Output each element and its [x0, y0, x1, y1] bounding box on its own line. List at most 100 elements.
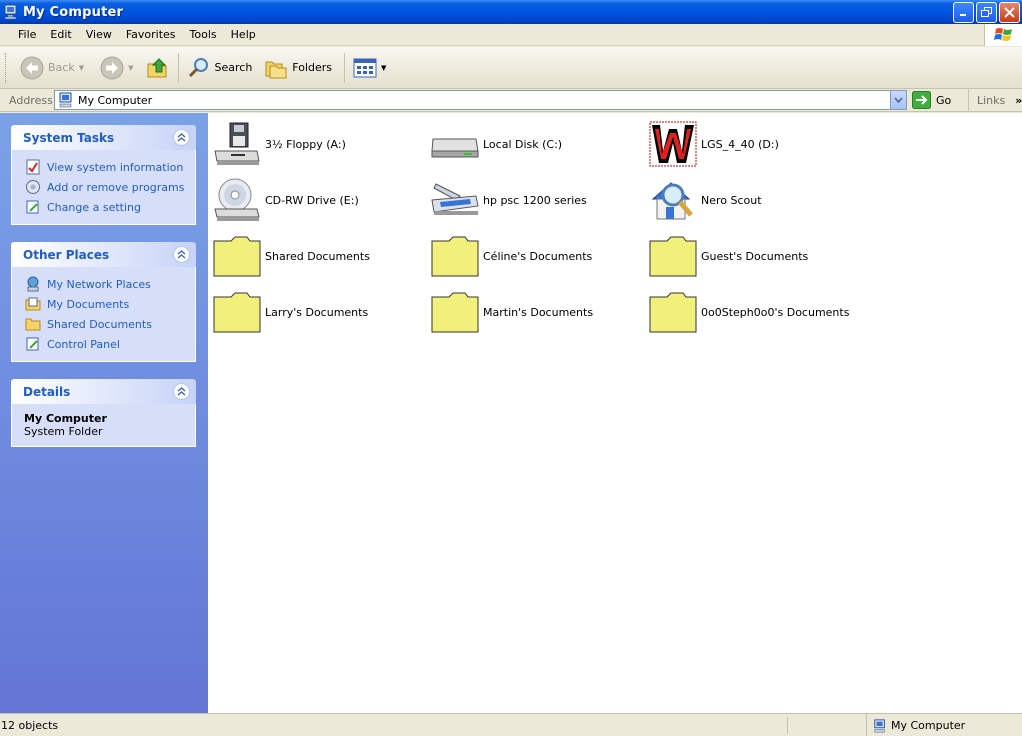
go-button[interactable]: Go [912, 91, 951, 109]
task-link-label: Shared Documents [47, 317, 152, 331]
up-button[interactable] [142, 52, 174, 84]
program-item[interactable]: Nero Scout [648, 175, 858, 225]
menu-view[interactable]: View [79, 28, 119, 41]
search-label: Search [214, 61, 253, 74]
folder-item[interactable]: 0o0Steph0o0's Documents [648, 287, 858, 337]
device-item[interactable]: hp psc 1200 series [430, 175, 640, 225]
windows-logo-icon [984, 24, 1022, 46]
links-toolbar[interactable]: Links » [968, 89, 1022, 111]
chevron-right-icon[interactable]: » [1015, 94, 1022, 107]
back-dropdown-icon[interactable]: ▼ [79, 64, 84, 72]
item-label: Céline's Documents [483, 249, 593, 263]
task-link-label: Control Panel [47, 337, 120, 351]
forward-dropdown-icon[interactable]: ▼ [128, 64, 133, 72]
nero-scout-icon [648, 175, 698, 225]
details-header[interactable]: Details [11, 379, 196, 404]
control-panel-icon [26, 200, 39, 214]
close-button[interactable] [999, 2, 1020, 23]
address-input[interactable]: My Computer [54, 90, 907, 110]
item-label: Guest's Documents [701, 249, 809, 263]
address-dropdown-button[interactable] [890, 91, 906, 109]
back-button[interactable]: Back ▼ [16, 52, 88, 84]
folder-icon [212, 231, 262, 281]
go-label: Go [936, 93, 952, 107]
shared-documents-link[interactable]: Shared Documents [25, 314, 187, 334]
title-bar[interactable]: My Computer [0, 0, 1022, 24]
menu-help[interactable]: Help [224, 28, 263, 41]
forward-button[interactable]: ▼ [96, 52, 137, 84]
chevron-up-icon [177, 133, 186, 142]
add-remove-programs-link[interactable]: Add or remove programs [25, 177, 187, 197]
control-panel-link[interactable]: Control Panel [25, 334, 187, 354]
views-button[interactable]: ▼ [349, 52, 390, 84]
collapse-details-button[interactable] [173, 383, 190, 400]
toolbar-separator [344, 52, 346, 83]
drive-item[interactable]: Local Disk (C:) [430, 119, 640, 169]
folder-icon [648, 287, 698, 337]
folders-label: Folders [292, 61, 333, 74]
task-link-label: Add or remove programs [47, 180, 185, 194]
folder-item[interactable]: Shared Documents [212, 231, 422, 281]
views-dropdown-icon[interactable]: ▼ [381, 64, 386, 72]
item-label: Martin's Documents [483, 305, 594, 319]
drive-item[interactable]: CD-RW Drive (E:) [212, 175, 422, 225]
minimize-button[interactable] [953, 2, 974, 23]
chevron-down-icon [894, 97, 903, 103]
other-places-header[interactable]: Other Places [11, 242, 196, 267]
go-arrow-icon [912, 91, 931, 109]
maximize-button[interactable] [976, 2, 997, 23]
details-type: System Folder [24, 425, 103, 438]
my-computer-icon [874, 718, 885, 732]
menu-tools[interactable]: Tools [183, 28, 224, 41]
back-arrow-icon [20, 56, 44, 79]
my-documents-link[interactable]: My Documents [25, 294, 187, 314]
item-label: Shared Documents [265, 249, 370, 263]
item-label: Local Disk (C:) [483, 137, 563, 151]
view-system-info-link[interactable]: View system information [25, 157, 187, 177]
toolbar-grip[interactable] [5, 52, 8, 83]
folders-icon [265, 61, 287, 78]
my-documents-icon [25, 297, 41, 311]
item-label: LGS_4_40 (D:) [701, 137, 779, 151]
menu-edit[interactable]: Edit [43, 28, 78, 41]
change-setting-link[interactable]: Change a setting [25, 197, 187, 217]
task-link-label: Change a setting [47, 200, 141, 214]
folder-item[interactable]: Larry's Documents [212, 287, 422, 337]
status-location-label: My Computer [891, 719, 966, 732]
folder-item[interactable]: Martin's Documents [430, 287, 640, 337]
add-remove-programs-icon [26, 180, 40, 194]
folders-button[interactable]: Folders [260, 52, 336, 84]
my-computer-icon [59, 92, 72, 108]
floppy-drive-icon [212, 119, 262, 169]
system-tasks-header[interactable]: System Tasks [11, 125, 196, 150]
menu-bar: File Edit View Favorites Tools Help [0, 24, 1022, 46]
minimize-icon [960, 14, 966, 16]
search-button[interactable]: Search [183, 52, 257, 84]
menu-file[interactable]: File [11, 28, 43, 41]
details-title: Details [23, 384, 71, 399]
file-view[interactable]: 3½ Floppy (A:) Local Disk (C:) LGS_4_40 … [208, 113, 1022, 713]
search-icon [188, 57, 208, 77]
my-network-places-link[interactable]: My Network Places [25, 274, 187, 294]
drive-item[interactable]: LGS_4_40 (D:) [648, 119, 858, 169]
address-value: My Computer [78, 93, 153, 107]
window-title: My Computer [23, 4, 124, 20]
status-location: My Computer [866, 714, 1022, 736]
task-link-label: View system information [47, 160, 184, 174]
system-info-icon [26, 159, 40, 175]
menu-favorites[interactable]: Favorites [119, 28, 183, 41]
address-label: Address [9, 93, 53, 107]
folder-icon [212, 287, 262, 337]
folder-icon [648, 231, 698, 281]
folder-item[interactable]: Guest's Documents [648, 231, 858, 281]
folder-item[interactable]: Céline's Documents [430, 231, 640, 281]
chevron-up-icon [177, 387, 186, 396]
drive-item[interactable]: 3½ Floppy (A:) [212, 119, 422, 169]
up-folder-icon [147, 57, 166, 77]
collapse-system-tasks-button[interactable] [173, 129, 190, 146]
back-label: Back [48, 61, 75, 74]
item-label: 0o0Steph0o0's Documents [701, 305, 850, 319]
folder-icon [25, 318, 41, 331]
collapse-other-places-button[interactable] [173, 246, 190, 263]
task-link-label: My Documents [47, 297, 130, 311]
